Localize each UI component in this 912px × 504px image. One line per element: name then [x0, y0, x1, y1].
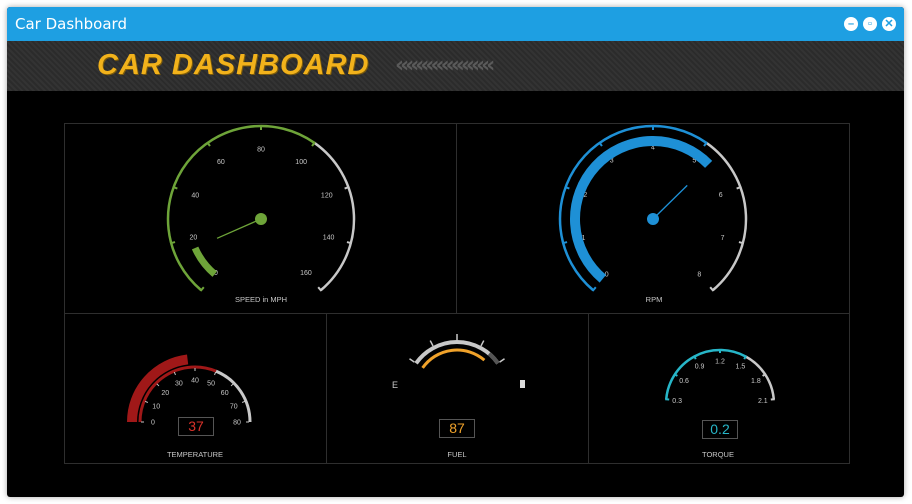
gauge-tick — [173, 371, 176, 376]
gauge-tick — [214, 371, 217, 376]
gauge-tick — [591, 286, 597, 292]
gauge-tick-label: 20 — [161, 390, 169, 397]
gauge-tick-label: 50 — [207, 381, 215, 388]
gauge-tick — [346, 241, 353, 245]
gauge-tick — [317, 286, 323, 292]
gauge-tick — [409, 358, 415, 363]
gauge-value-band — [421, 348, 486, 369]
gauge-tick-label: 10 — [152, 403, 160, 410]
torque-gauge: 0.3 0.6 0.9 1.2 1.5 1.8 2.1 — [664, 348, 776, 405]
gauge-needle — [652, 184, 688, 220]
gauge-value-band — [191, 246, 218, 277]
gauge-tick-label: 0.6 — [679, 378, 689, 385]
gauge-tick-label: 100 — [295, 159, 307, 166]
temperature-readout: 37 — [178, 417, 214, 436]
minimize-icon: – — [847, 18, 855, 30]
fuel-gauge: E — [392, 334, 525, 390]
gauge-tick-label: 20 — [189, 235, 197, 242]
gauge-tick — [230, 383, 234, 387]
gauge-tick-label: 80 — [233, 420, 241, 427]
gauge-tick-label: 60 — [217, 159, 225, 166]
gauge-tick — [561, 241, 568, 245]
restore-button[interactable]: ▫ — [863, 17, 877, 31]
gauge-tick-label: 1.5 — [736, 364, 746, 371]
chevron-stripe-icon: ‹‹‹‹‹‹‹‹‹‹‹‹‹‹‹‹‹‹‹ — [395, 53, 495, 78]
fuel-pump-icon — [520, 380, 525, 388]
window-title: Car Dashboard — [15, 15, 127, 33]
gauge-tick-label: 60 — [221, 390, 229, 397]
gauge-tick — [241, 400, 246, 403]
speed-gauge-panel: 0 20 40 60 80 100 120 140 160 SPEED in MPH — [64, 123, 457, 314]
gauge-tick — [429, 340, 434, 347]
gauge-tick — [199, 286, 205, 292]
gauge-tick-label: 40 — [191, 193, 199, 200]
fuel-caption: FUEL — [447, 450, 467, 459]
dashboard-banner: CAR DASHBOARD ‹‹‹‹‹‹‹‹‹‹‹‹‹‹‹‹‹‹‹ — [7, 41, 904, 91]
fuel-empty-label: E — [392, 380, 398, 390]
fuel-readout: 87 — [439, 419, 475, 438]
fuel-gauge-panel: E 87 FUEL — [326, 313, 589, 464]
gauge-tick-label: 0.9 — [695, 364, 705, 371]
temperature-caption: TEMPERATURE — [166, 450, 224, 459]
gauge-pivot — [255, 213, 267, 225]
window-controls: – ▫ ✕ — [844, 17, 896, 31]
gauge-tick-label: 80 — [257, 147, 265, 154]
gauge-range-arc — [664, 348, 747, 400]
gauge-tick-label: 0.3 — [672, 398, 682, 405]
rpm-caption: RPM — [645, 295, 663, 304]
gauge-tick-label: 140 — [323, 235, 335, 242]
gauge-tick-label: 0 — [151, 420, 155, 427]
gauge-tick-label: 30 — [175, 381, 183, 388]
speed-gauge: 020406080100120140160 — [166, 124, 356, 292]
torque-caption: TORQUE — [702, 450, 734, 459]
gauge-tick-label: 8 — [697, 272, 701, 279]
gauge-needle — [216, 218, 262, 239]
gauge-tick-label: 6 — [719, 192, 723, 199]
gauge-tick-label: 1.2 — [715, 359, 725, 366]
minimize-button[interactable]: – — [844, 17, 858, 31]
gauge-tick — [709, 286, 715, 292]
gauge-pivot — [647, 213, 659, 225]
gauge-track-arc — [705, 141, 748, 292]
banner-logo: CAR DASHBOARD — [97, 49, 370, 81]
torque-readout: 0.2 — [702, 420, 738, 439]
gauge-tick-label: 40 — [191, 378, 199, 385]
gauge-range-arc — [166, 124, 316, 292]
temperature-gauge-panel: 0 10 20 30 40 50 60 70 80 37 TEMPERATURE — [64, 313, 327, 464]
rpm-gauge: 012345678 — [558, 124, 748, 292]
gauge-tick-label: 160 — [300, 270, 312, 277]
gauge-tick — [144, 400, 149, 403]
gauge-track-arc — [313, 141, 356, 292]
gauge-tick-label: 7 — [721, 235, 725, 242]
gauge-tick — [169, 241, 176, 245]
close-button[interactable]: ✕ — [882, 17, 896, 31]
gauge-tick — [738, 241, 745, 245]
torque-gauge-panel: 0.3 0.6 0.9 1.2 1.5 1.8 2.1 0.2 TORQUE — [588, 313, 850, 464]
restore-icon: ▫ — [868, 18, 872, 30]
gauge-tick — [480, 340, 485, 347]
close-icon: ✕ — [884, 18, 894, 30]
gauge-reserve-arc — [487, 352, 500, 365]
gauge-tick-label: 70 — [230, 403, 238, 410]
gauge-tick — [499, 358, 505, 363]
rpm-gauge-panel: 012345678 RPM — [456, 123, 850, 314]
gauge-value-band — [570, 136, 713, 283]
gauge-tick-label: 1.8 — [751, 378, 761, 385]
temperature-gauge: 0 1020 30 40 50 6070 80 — [127, 354, 252, 427]
gauge-tick-label: 2.1 — [758, 398, 768, 405]
app-window: Car Dashboard – ▫ ✕ CAR DASHBOARD ‹‹‹‹‹‹… — [7, 7, 904, 497]
gauge-tick-label: 120 — [321, 193, 333, 200]
gauge-tick — [156, 383, 160, 387]
title-bar[interactable]: Car Dashboard – ▫ ✕ — [7, 7, 904, 41]
speed-caption: SPEED in MPH — [234, 295, 288, 304]
